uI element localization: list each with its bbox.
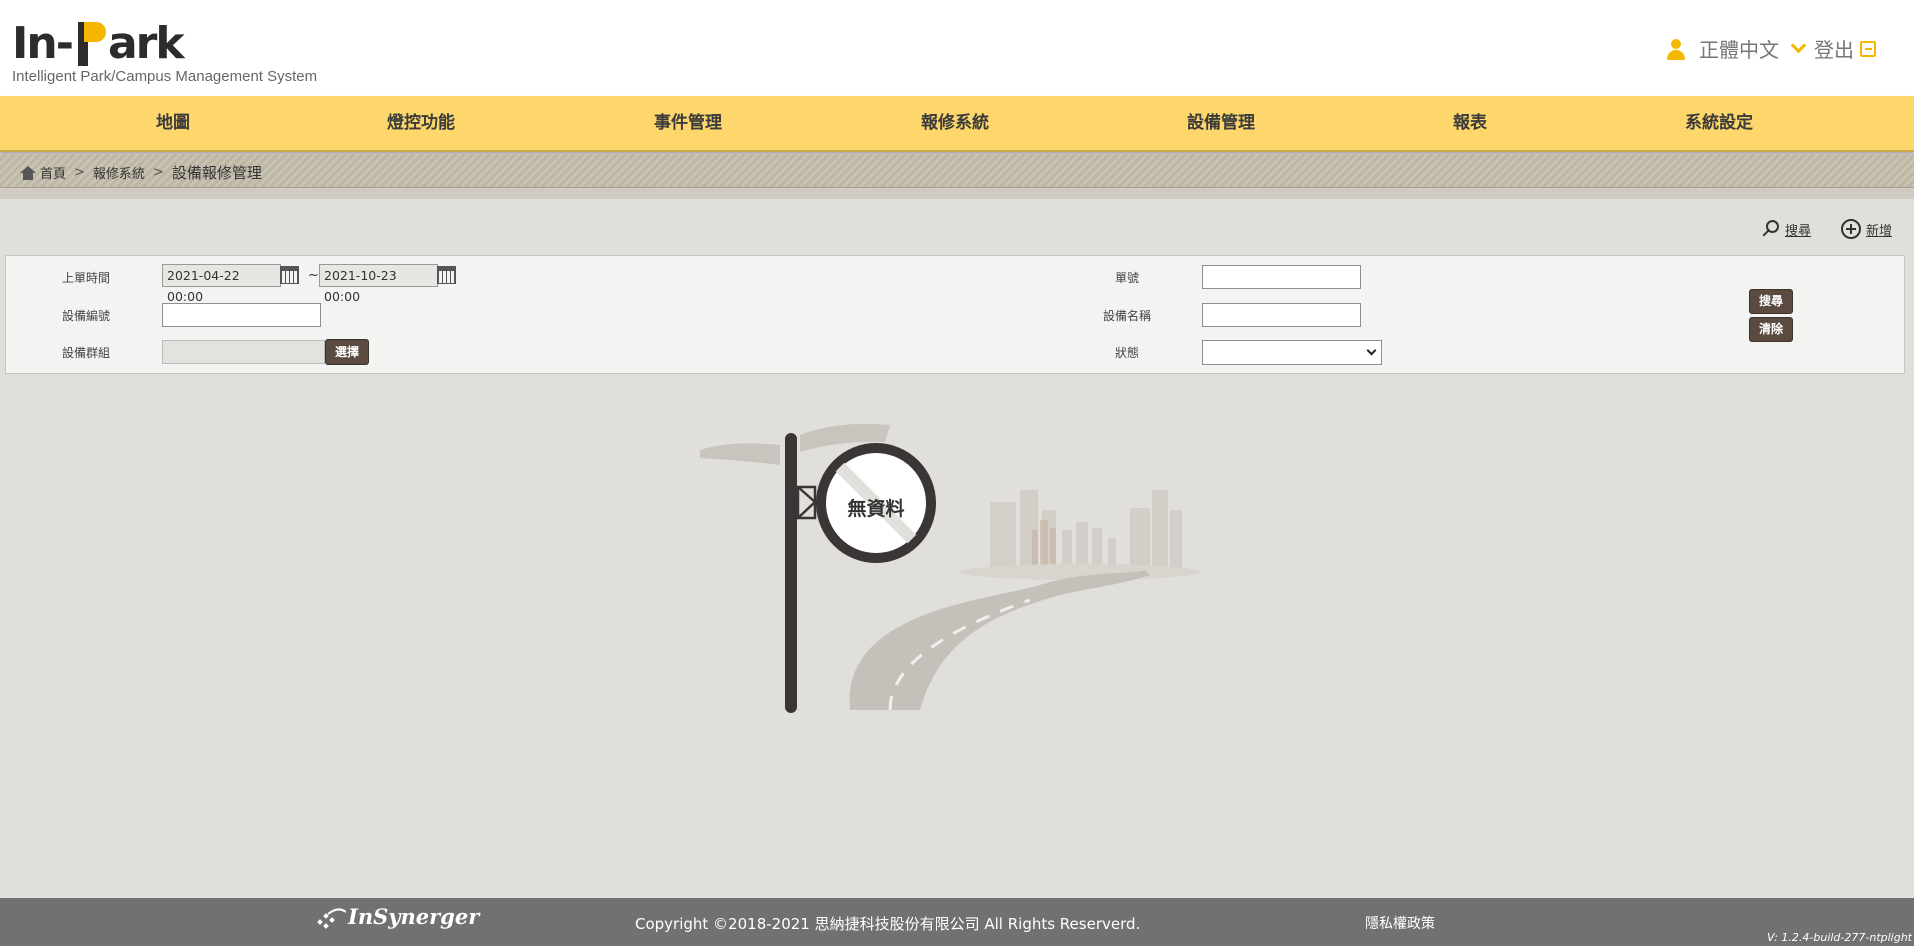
plus-circle-icon xyxy=(1840,219,1861,239)
device-name-label: 設備名稱 xyxy=(1102,309,1151,323)
no-data-label: 無資料 xyxy=(847,498,905,520)
nav-item-reports[interactable]: 報表 xyxy=(1453,96,1487,150)
copyright-text: Copyright ©2018-2021 思納捷科技股份有限公司 All Rig… xyxy=(635,915,1141,933)
breadcrumb-current: 設備報修管理 xyxy=(171,164,262,182)
footer-brand-text: InSynerger xyxy=(348,904,480,929)
toolbar-actions: 搜尋 新增 xyxy=(1730,219,1892,239)
order-no-input[interactable] xyxy=(1202,265,1361,289)
nav-item-map[interactable]: 地圖 xyxy=(156,96,190,150)
version-text: V: 1.2.4-build-277-ntplight xyxy=(1766,931,1912,944)
search-button[interactable]: 搜尋 xyxy=(1749,289,1793,314)
privacy-policy-link[interactable]: 隱私權政策 xyxy=(1365,913,1435,933)
logo-p-mark xyxy=(74,22,106,66)
device-group-field xyxy=(162,340,325,364)
device-no-label: 設備編號 xyxy=(61,309,110,323)
user-icon xyxy=(1665,38,1687,60)
time-label: 上單時間 xyxy=(61,271,110,285)
insynerger-logo-icon xyxy=(317,907,346,929)
breadcrumb-home[interactable]: 首頁 xyxy=(40,163,66,182)
breadcrumb-band xyxy=(0,154,1914,188)
nav-item-repair[interactable]: 報修系統 xyxy=(921,96,989,150)
clear-button[interactable]: 清除 xyxy=(1749,317,1793,342)
header-user-area: 正體中文 登出 xyxy=(1665,34,1876,63)
footer: InSynerger Copyright ©2018-2021 思納捷科技股份有… xyxy=(0,898,1914,946)
device-no-input[interactable] xyxy=(162,303,321,327)
status-select[interactable] xyxy=(1202,340,1382,365)
no-data-illustration xyxy=(700,423,1200,713)
select-group-button[interactable]: 選擇 xyxy=(325,339,369,365)
footer-brand-logo: InSynerger xyxy=(316,904,479,930)
empty-state: 無資料 xyxy=(690,410,1210,720)
nav-item-settings[interactable]: 系統設定 xyxy=(1685,96,1753,150)
add-label: 新增 xyxy=(1865,223,1892,239)
nav-item-lighting[interactable]: 燈控功能 xyxy=(387,96,455,150)
nav-item-devices[interactable]: 設備管理 xyxy=(1187,96,1255,150)
device-group-label: 設備群組 xyxy=(61,346,110,360)
add-button[interactable]: 新增 xyxy=(1840,219,1892,239)
calendar-icon[interactable] xyxy=(437,266,456,284)
search-toggle-label: 搜尋 xyxy=(1784,223,1811,239)
language-selector[interactable]: 正體中文 xyxy=(1699,34,1779,63)
logout-link[interactable]: 登出 xyxy=(1814,34,1854,63)
breadcrumb-underband xyxy=(0,188,1914,199)
calendar-icon[interactable] xyxy=(280,266,299,284)
date-range-tilde: ~ xyxy=(308,268,319,283)
logout-icon[interactable] xyxy=(1860,40,1876,57)
logo-subtitle: Intelligent Park/Campus Management Syste… xyxy=(12,68,318,85)
search-icon xyxy=(1760,219,1780,239)
start-date-field[interactable]: 2021-04-22 00:00 xyxy=(162,264,281,304)
logo[interactable]: In-ark Intelligent Park/Campus Managemen… xyxy=(12,18,318,86)
status-label: 狀態 xyxy=(1114,346,1139,360)
breadcrumb-separator: > xyxy=(152,165,164,180)
device-name-input[interactable] xyxy=(1202,303,1361,327)
breadcrumb: 首頁 > 報修系統 > 設備報修管理 xyxy=(20,162,262,183)
header: In-ark Intelligent Park/Campus Managemen… xyxy=(0,0,1914,96)
order-no-label: 單號 xyxy=(1114,271,1139,285)
search-toggle-button[interactable]: 搜尋 xyxy=(1760,219,1811,239)
chevron-down-icon[interactable] xyxy=(1790,37,1807,54)
nav-item-events[interactable]: 事件管理 xyxy=(654,96,722,150)
main-nav: 地圖 燈控功能 事件管理 報修系統 設備管理 報表 系統設定 xyxy=(0,96,1914,152)
end-date-field[interactable]: 2021-10-23 00:00 xyxy=(319,264,438,304)
filter-panel: 上單時間 2021-04-22 00:00 ~ 2021-10-23 00:00… xyxy=(5,255,1905,374)
breadcrumb-section[interactable]: 報修系統 xyxy=(93,163,145,182)
home-icon[interactable] xyxy=(20,165,36,180)
breadcrumb-separator: > xyxy=(74,165,85,180)
chevron-down-icon xyxy=(1366,345,1377,356)
logo-wordmark: In-ark xyxy=(12,18,185,69)
